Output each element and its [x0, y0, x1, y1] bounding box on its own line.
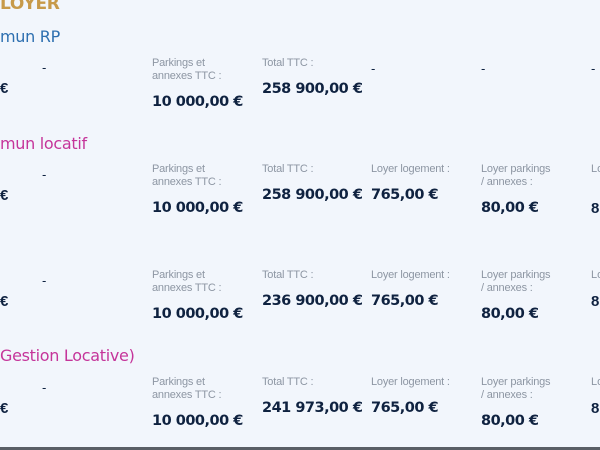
total-value: 236 900,00 €: [262, 293, 363, 309]
loyer-logement-value: 765,00 €: [371, 293, 439, 309]
parkings-label: Parkings et annexes TTC :: [152, 269, 222, 294]
edge-value: €: [0, 293, 9, 310]
dash-value: -: [42, 167, 47, 182]
dash-value: -: [42, 273, 47, 288]
edge-right-value: 8: [591, 293, 600, 310]
edge-value: €: [0, 80, 9, 97]
parkings-value: 10 000,00 €: [152, 200, 243, 216]
section-heading-rp: mun RP: [0, 27, 60, 46]
loyer-logement-value: 765,00 €: [371, 400, 439, 416]
loyer-logement-value: 765,00 €: [371, 187, 439, 203]
loyer-logement-label: Loyer logement :: [371, 269, 450, 281]
dash-value: -: [42, 60, 47, 75]
parkings-value: 10 000,00 €: [152, 306, 243, 322]
loyer-logement-label: Loyer logement :: [371, 376, 450, 388]
total-value: 258 900,00 €: [262, 187, 363, 203]
edge-label: Lo: [591, 269, 600, 281]
loyer-parkings-label: Loyer parkings / annexes :: [481, 163, 551, 188]
section-heading-locatif: mun locatif: [0, 134, 87, 153]
total-label: Total TTC :: [262, 57, 314, 69]
loyer-parkings-value: 80,00 €: [481, 306, 539, 322]
loyer-logement-label: Loyer logement :: [371, 163, 450, 175]
loyer-parkings-value: 80,00 €: [481, 200, 539, 216]
edge-value: €: [0, 187, 9, 204]
parkings-label: Parkings et annexes TTC :: [152, 57, 222, 82]
dash-col6: -: [591, 61, 596, 76]
dash-value: -: [42, 380, 47, 395]
total-label: Total TTC :: [262, 269, 314, 281]
page-title: LOYER: [0, 0, 60, 14]
edge-label: Lo: [591, 163, 600, 175]
parkings-label: Parkings et annexes TTC :: [152, 163, 222, 188]
parkings-value: 10 000,00 €: [152, 413, 243, 429]
loyer-parkings-label: Loyer parkings / annexes :: [481, 376, 551, 401]
edge-right-value: 8: [591, 200, 600, 217]
section-heading-gestion: Gestion Locative): [0, 346, 135, 365]
page: { "title": "LOYER", "sections": [ { "hea…: [0, 0, 600, 450]
parkings-value: 10 000,00 €: [152, 94, 243, 110]
loyer-parkings-value: 80,00 €: [481, 413, 539, 429]
total-label: Total TTC :: [262, 376, 314, 388]
total-value: 258 900,00 €: [262, 81, 363, 97]
edge-value: €: [0, 400, 9, 417]
loyer-parkings-label: Loyer parkings / annexes :: [481, 269, 551, 294]
parkings-label: Parkings et annexes TTC :: [152, 376, 222, 401]
dash-col4: -: [371, 61, 376, 76]
total-label: Total TTC :: [262, 163, 314, 175]
edge-label: Lo: [591, 376, 600, 388]
edge-right-value: 8: [591, 400, 600, 417]
total-value: 241 973,00 €: [262, 400, 363, 416]
dash-col5: -: [481, 61, 486, 76]
